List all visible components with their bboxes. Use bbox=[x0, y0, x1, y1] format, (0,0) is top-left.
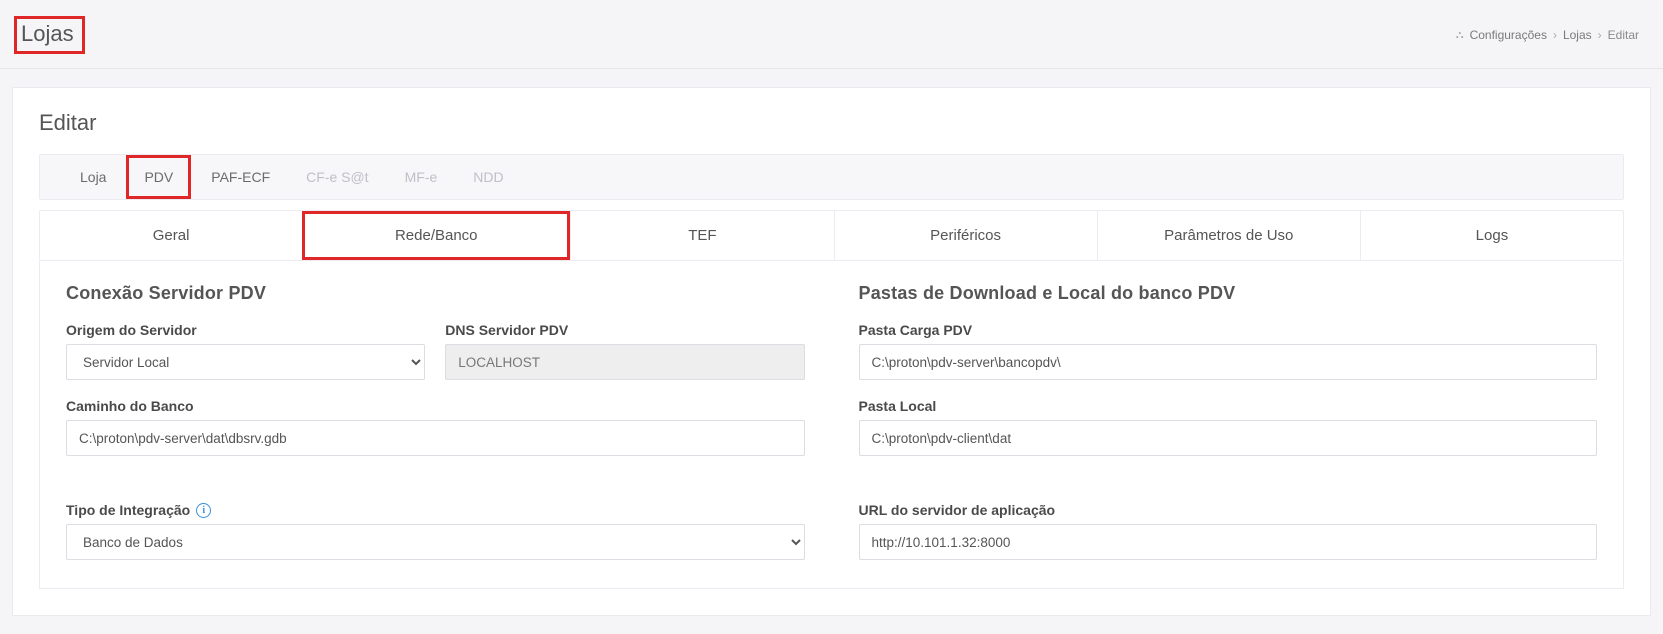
input-pasta-local[interactable] bbox=[859, 420, 1598, 456]
label-pasta-local: Pasta Local bbox=[859, 398, 1598, 414]
breadcrumb-leaf: Editar bbox=[1608, 28, 1639, 42]
left-column: Conexão Servidor PDV Origem do Servidor … bbox=[66, 283, 805, 560]
label-dns-servidor: DNS Servidor PDV bbox=[445, 322, 804, 338]
page-title: Lojas bbox=[14, 16, 85, 54]
label-pasta-carga: Pasta Carga PDV bbox=[859, 322, 1598, 338]
select-tipo-integracao[interactable]: Banco de Dados bbox=[66, 524, 805, 560]
label-tipo-integracao: Tipo de Integração i bbox=[66, 502, 805, 518]
tab-mfe[interactable]: MF-e bbox=[387, 155, 456, 199]
breadcrumb-lojas[interactable]: Lojas bbox=[1563, 28, 1592, 42]
section-pastas: Pastas de Download e Local do banco PDV bbox=[859, 283, 1598, 304]
chevron-right-icon: › bbox=[1598, 28, 1602, 42]
input-pasta-carga[interactable] bbox=[859, 344, 1598, 380]
sitemap-icon: ⛬ bbox=[1456, 29, 1464, 42]
top-bar: Lojas ⛬ Configurações › Lojas › Editar bbox=[0, 0, 1663, 69]
label-url-servidor: URL do servidor de aplicação bbox=[859, 502, 1598, 518]
input-dns-servidor[interactable] bbox=[445, 344, 804, 380]
input-url-servidor[interactable] bbox=[859, 524, 1598, 560]
breadcrumb: ⛬ Configurações › Lojas › Editar bbox=[1456, 28, 1639, 42]
tab-pdv[interactable]: PDV bbox=[126, 155, 191, 199]
subtab-rede-banco[interactable]: Rede/Banco bbox=[302, 211, 570, 260]
subtab-parametros[interactable]: Parâmetros de Uso bbox=[1097, 211, 1360, 260]
right-column: Pastas de Download e Local do banco PDV … bbox=[859, 283, 1598, 560]
tab-pafecf[interactable]: PAF-ECF bbox=[193, 155, 288, 199]
input-caminho-banco[interactable] bbox=[66, 420, 805, 456]
edit-card: Editar Loja PDV PAF-ECF CF-e S@t MF-e ND… bbox=[12, 87, 1651, 616]
info-icon[interactable]: i bbox=[196, 503, 211, 518]
tab-ndd[interactable]: NDD bbox=[455, 155, 521, 199]
subtab-geral[interactable]: Geral bbox=[40, 211, 302, 260]
chevron-right-icon: › bbox=[1553, 28, 1557, 42]
primary-tabs: Loja PDV PAF-ECF CF-e S@t MF-e NDD bbox=[39, 154, 1624, 200]
subtab-logs[interactable]: Logs bbox=[1360, 211, 1623, 260]
section-conexao: Conexão Servidor PDV bbox=[66, 283, 805, 304]
secondary-tabs: Geral Rede/Banco TEF Periféricos Parâmet… bbox=[39, 210, 1624, 261]
form-content: Conexão Servidor PDV Origem do Servidor … bbox=[39, 261, 1624, 589]
breadcrumb-root[interactable]: Configurações bbox=[1470, 28, 1547, 42]
tab-loja[interactable]: Loja bbox=[62, 155, 124, 199]
label-origem-servidor: Origem do Servidor bbox=[66, 322, 425, 338]
subtab-perifericos[interactable]: Periféricos bbox=[834, 211, 1097, 260]
subtab-tef[interactable]: TEF bbox=[570, 211, 833, 260]
card-title: Editar bbox=[39, 110, 1624, 136]
tab-cfesat[interactable]: CF-e S@t bbox=[288, 155, 386, 199]
select-origem-servidor[interactable]: Servidor Local bbox=[66, 344, 425, 380]
label-caminho-banco: Caminho do Banco bbox=[66, 398, 805, 414]
